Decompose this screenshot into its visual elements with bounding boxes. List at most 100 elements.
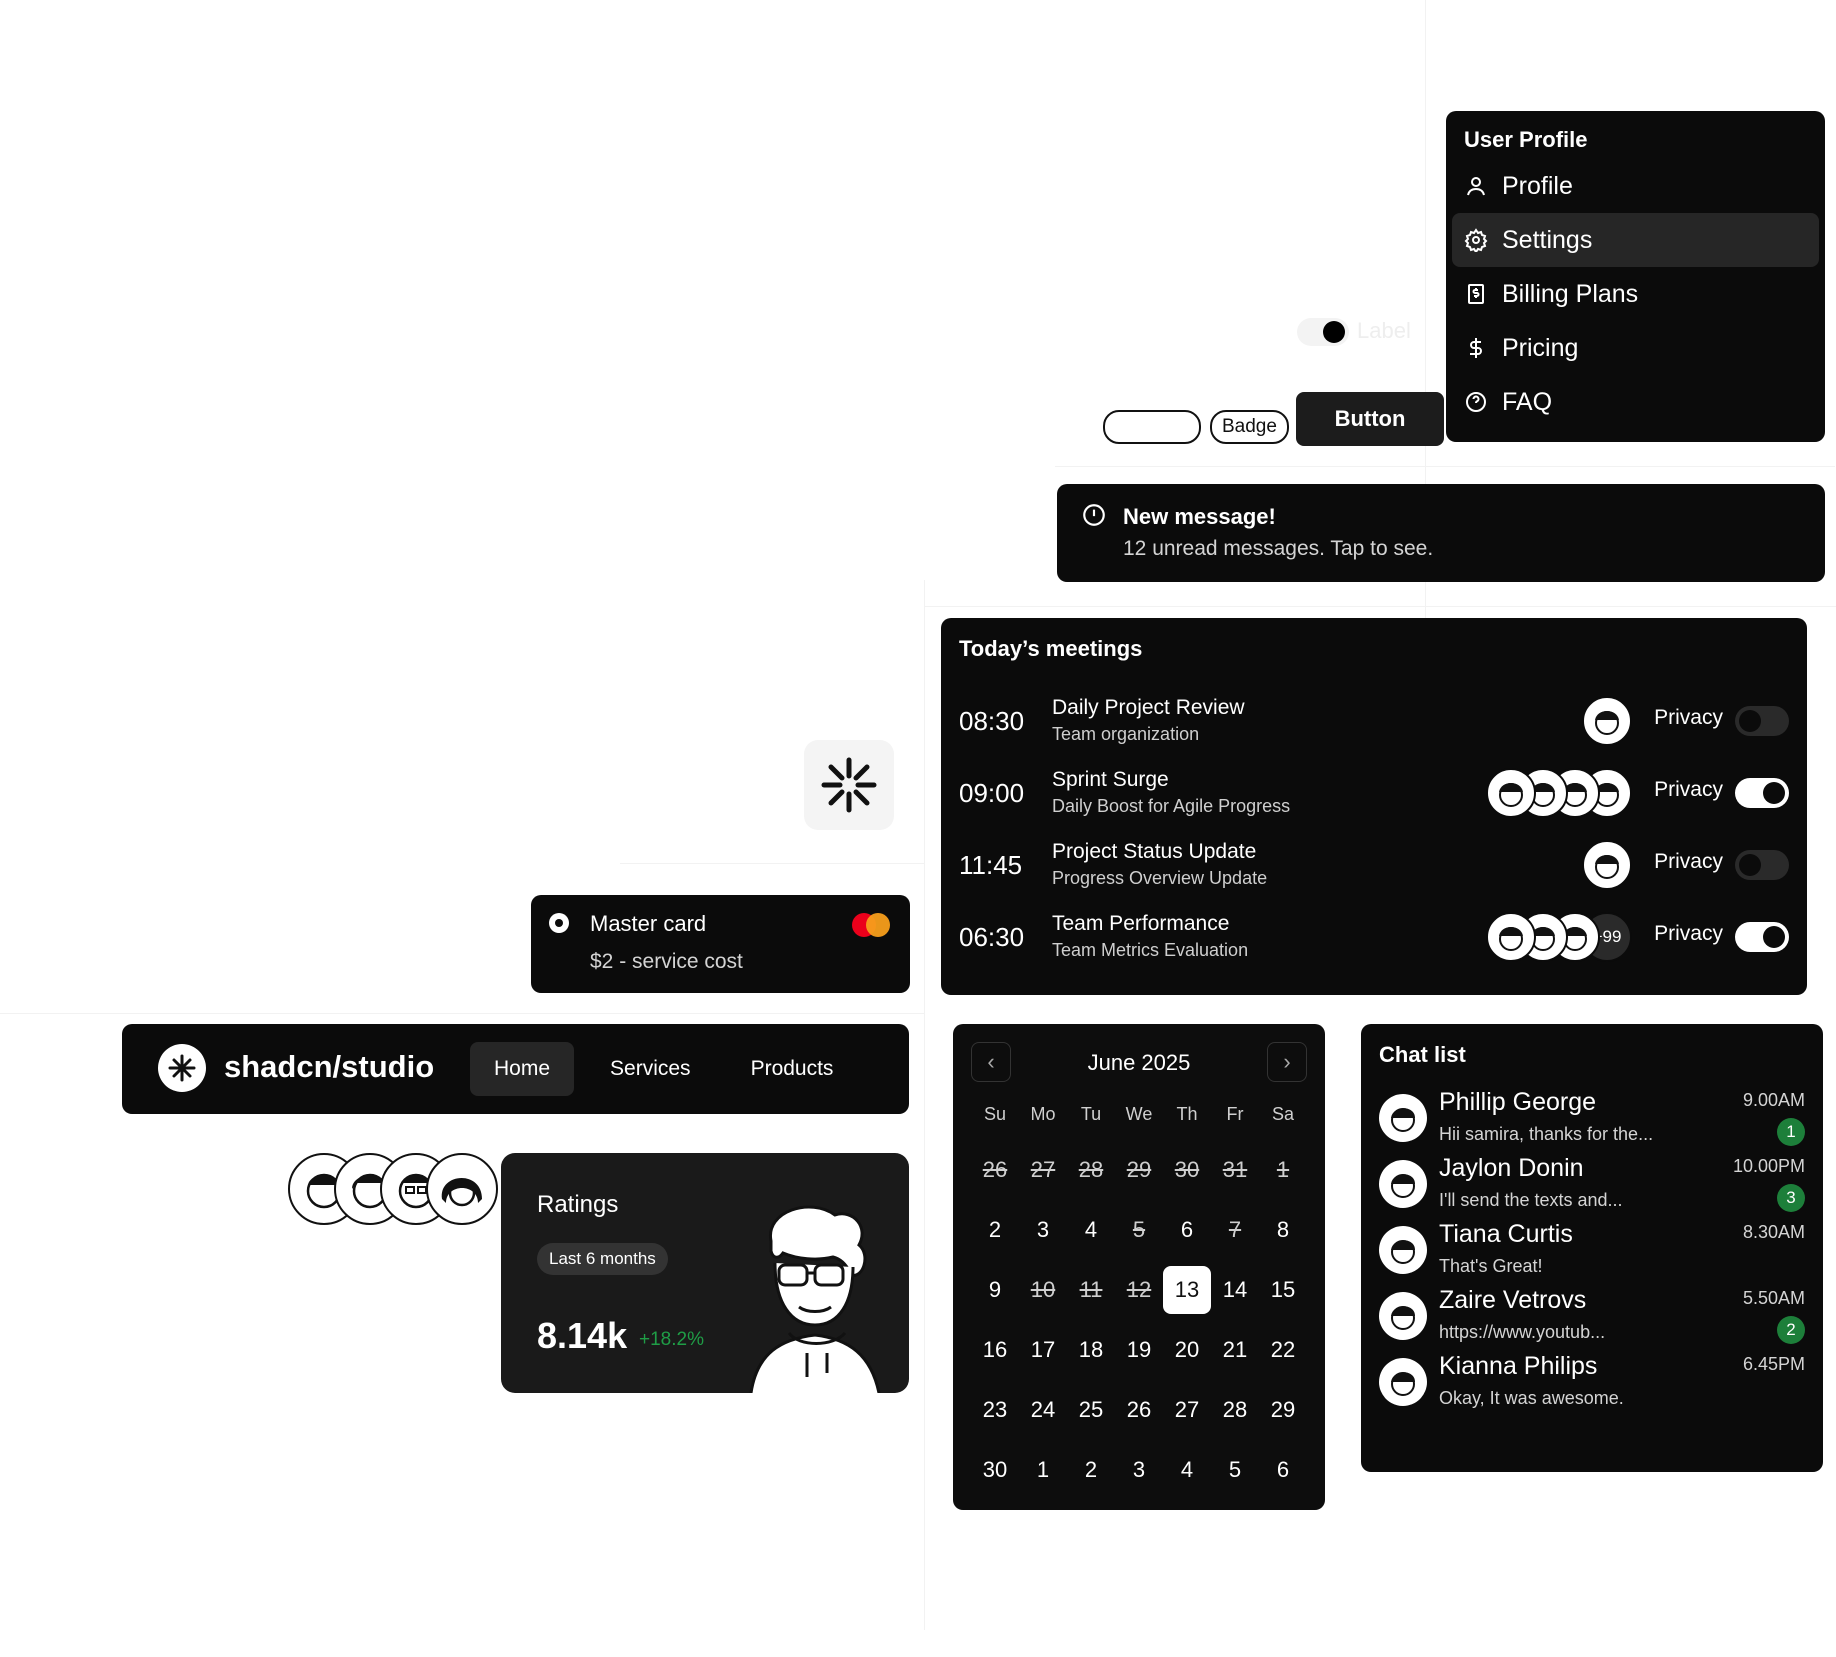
meeting-row[interactable]: 09:00 Sprint Surge Daily Boost for Agile P…: [941, 768, 1807, 828]
calendar-day[interactable]: 27: [1019, 1146, 1067, 1194]
weekday-label: Th: [1176, 1104, 1198, 1124]
calendar-day[interactable]: 29: [1259, 1386, 1307, 1434]
weekday-label: Mo: [1030, 1104, 1056, 1124]
meeting-time: 06:30: [959, 922, 1025, 952]
calendar-day[interactable]: 5: [1211, 1446, 1259, 1494]
avatar[interactable]: [1582, 840, 1632, 890]
period-chip[interactable]: Last 6 months: [537, 1243, 668, 1275]
avatar[interactable]: [1486, 768, 1536, 818]
calendar-day[interactable]: 12: [1115, 1266, 1163, 1314]
chat-row[interactable]: Jaylon Donin I'll send the texts and... 10…: [1379, 1150, 1805, 1220]
calendar-day[interactable]: 7: [1211, 1206, 1259, 1254]
menu-item-faq[interactable]: FAQ: [1452, 375, 1819, 429]
calendar-day[interactable]: 3: [1115, 1446, 1163, 1494]
ratings-value: 8.14k: [537, 1315, 628, 1356]
calendar-day[interactable]: 9: [971, 1266, 1019, 1314]
nav-products[interactable]: Products: [727, 1042, 858, 1096]
calendar-day[interactable]: 15: [1259, 1266, 1307, 1314]
calendar-day[interactable]: 20: [1163, 1326, 1211, 1374]
chat-list-title: Chat list: [1379, 1042, 1466, 1067]
toggle-knob: [1763, 926, 1785, 948]
meeting-subtitle: Team Metrics Evaluation: [1052, 940, 1249, 960]
menu-item-settings[interactable]: Settings: [1452, 213, 1819, 267]
meeting-row[interactable]: 08:30 Daily Project Review Team organizati…: [941, 696, 1807, 756]
chat-name: Phillip George: [1439, 1088, 1597, 1116]
calendar-day[interactable]: 4: [1067, 1206, 1115, 1254]
navbar: shadcn/studio Home Services Products: [122, 1024, 909, 1114]
calendar-day[interactable]: 1: [1019, 1446, 1067, 1494]
calendar-day[interactable]: 24: [1019, 1386, 1067, 1434]
chat-list-card: Chat list Phillip George Hii samira, than…: [1361, 1024, 1823, 1472]
calendar-day[interactable]: 16: [971, 1326, 1019, 1374]
menu-item-label: Settings: [1502, 225, 1593, 254]
nav-services[interactable]: Services: [586, 1042, 715, 1096]
selected-day[interactable]: 13: [1163, 1266, 1211, 1314]
chat-name: Kianna Philips: [1439, 1352, 1598, 1380]
meeting-row[interactable]: 11:45 Project Status Update Progress Overv…: [941, 840, 1807, 900]
chat-preview: Hii samira, thanks for the...: [1439, 1124, 1654, 1144]
brand-logo[interactable]: [158, 1044, 206, 1092]
calendar-day[interactable]: 2: [971, 1206, 1019, 1254]
calendar-day[interactable]: 22: [1259, 1326, 1307, 1374]
chat-row[interactable]: Zaire Vetrovs https://www.youtub... 5.50AM…: [1379, 1282, 1805, 1352]
chat-row[interactable]: Tiana Curtis That's Great! 8.30AM: [1379, 1216, 1805, 1286]
calendar-day[interactable]: 26: [971, 1146, 1019, 1194]
calendar-day[interactable]: 4: [1163, 1446, 1211, 1494]
avatar[interactable]: [1486, 912, 1536, 962]
alert-circle-icon: [1083, 504, 1105, 526]
calendar-day[interactable]: 2: [1067, 1446, 1115, 1494]
calendar-day[interactable]: 23: [971, 1386, 1019, 1434]
privacy-toggle[interactable]: [1735, 850, 1789, 880]
calendar-day[interactable]: 30: [1163, 1146, 1211, 1194]
chevron-right-icon[interactable]: ›: [1267, 1042, 1307, 1082]
privacy-toggle[interactable]: [1735, 706, 1789, 736]
calendar-day[interactable]: 8: [1259, 1206, 1307, 1254]
calendar-day[interactable]: 17: [1019, 1326, 1067, 1374]
calendar-day[interactable]: 19: [1115, 1326, 1163, 1374]
calendar-day[interactable]: 31: [1211, 1146, 1259, 1194]
calendar-day[interactable]: 14: [1211, 1266, 1259, 1314]
calendar-day[interactable]: 18: [1067, 1326, 1115, 1374]
radio-selected[interactable]: [549, 913, 569, 933]
calendar-day[interactable]: 26: [1115, 1386, 1163, 1434]
label-switch[interactable]: [1297, 318, 1349, 346]
avatar: [1379, 1160, 1427, 1208]
avatar: [1379, 1292, 1427, 1340]
calendar-day[interactable]: 3: [1019, 1206, 1067, 1254]
chat-row[interactable]: Kianna Philips Okay, It was awesome. 6.45P…: [1379, 1348, 1805, 1418]
logo-tile: [804, 740, 894, 830]
meeting-row[interactable]: 06:30 Team Performance Team Metrics Evalua…: [941, 912, 1807, 972]
chat-preview: Okay, It was awesome.: [1439, 1388, 1624, 1408]
attendee-avatars: [1486, 768, 1632, 818]
calendar-day[interactable]: 1: [1259, 1146, 1307, 1194]
nav-home[interactable]: Home: [470, 1042, 575, 1096]
avatar[interactable]: [1582, 696, 1632, 746]
calendar-day[interactable]: 28: [1067, 1146, 1115, 1194]
chat-row[interactable]: Phillip George Hii samira, thanks for the…: [1379, 1084, 1805, 1154]
menu-item-billing-plans[interactable]: Billing Plans: [1452, 267, 1819, 321]
primary-button[interactable]: Button: [1296, 392, 1444, 446]
brand-name[interactable]: shadcn/studio: [224, 1049, 434, 1085]
meetings-title: Today’s meetings: [959, 636, 1143, 661]
calendar-day[interactable]: 28: [1211, 1386, 1259, 1434]
meeting-subtitle: Daily Boost for Agile Progress: [1052, 796, 1291, 816]
menu-item-pricing[interactable]: Pricing: [1452, 321, 1819, 375]
calendar-day[interactable]: 6: [1163, 1206, 1211, 1254]
avatar[interactable]: [426, 1153, 498, 1225]
ratings-title: Ratings: [537, 1191, 619, 1218]
calendar-day[interactable]: 25: [1067, 1386, 1115, 1434]
calendar-day[interactable]: 30: [971, 1446, 1019, 1494]
privacy-toggle[interactable]: [1735, 778, 1789, 808]
calendar-day[interactable]: 6: [1259, 1446, 1307, 1494]
calendar-day[interactable]: 11: [1067, 1266, 1115, 1314]
payment-option-mastercard[interactable]: Master card $2 - service cost: [531, 895, 910, 993]
calendar-day[interactable]: 21: [1211, 1326, 1259, 1374]
calendar-day[interactable]: 29: [1115, 1146, 1163, 1194]
user-profile-menu: User Profile Profile Settings Billing Pl…: [1446, 111, 1825, 442]
calendar-day[interactable]: 5: [1115, 1206, 1163, 1254]
new-message-alert[interactable]: New message! 12 unread messages. Tap to …: [1057, 484, 1825, 582]
menu-item-profile[interactable]: Profile: [1452, 159, 1819, 213]
privacy-toggle[interactable]: [1735, 922, 1789, 952]
calendar-day[interactable]: 27: [1163, 1386, 1211, 1434]
calendar-day[interactable]: 10: [1019, 1266, 1067, 1314]
